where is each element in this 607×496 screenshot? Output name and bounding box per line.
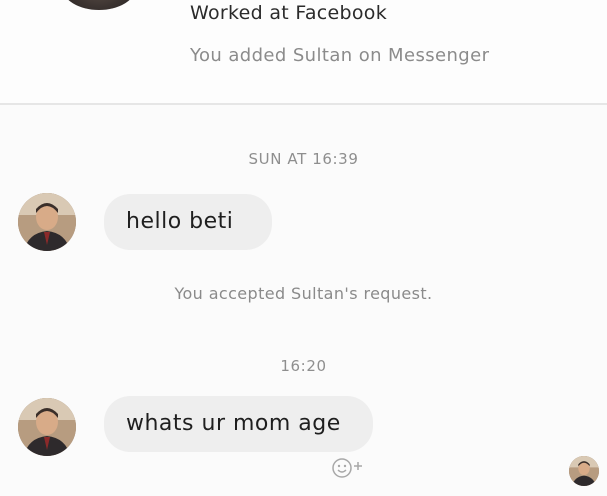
header-divider [0,103,607,105]
message-bubble-1[interactable]: hello beti [104,194,272,250]
timestamp-1: SUN AT 16:39 [248,150,359,168]
avatar-image [18,193,76,251]
avatar-image [18,398,76,456]
profile-header: Worked at Facebook You added Sultan on M… [0,0,607,104]
sender-avatar[interactable] [18,398,76,456]
message-bubble-2[interactable]: whats ur mom age [104,396,373,452]
system-message: You accepted Sultan's request. [174,284,433,303]
profile-work-info: Worked at Facebook [190,2,388,24]
timestamp-2: 16:20 [280,357,327,375]
profile-added-note: You added Sultan on Messenger [190,45,490,66]
read-receipt-avatar [569,456,599,486]
sender-avatar[interactable] [18,193,76,251]
profile-photo[interactable] [62,0,136,10]
avatar-image [569,456,599,486]
add-reaction-icon[interactable] [330,456,370,480]
